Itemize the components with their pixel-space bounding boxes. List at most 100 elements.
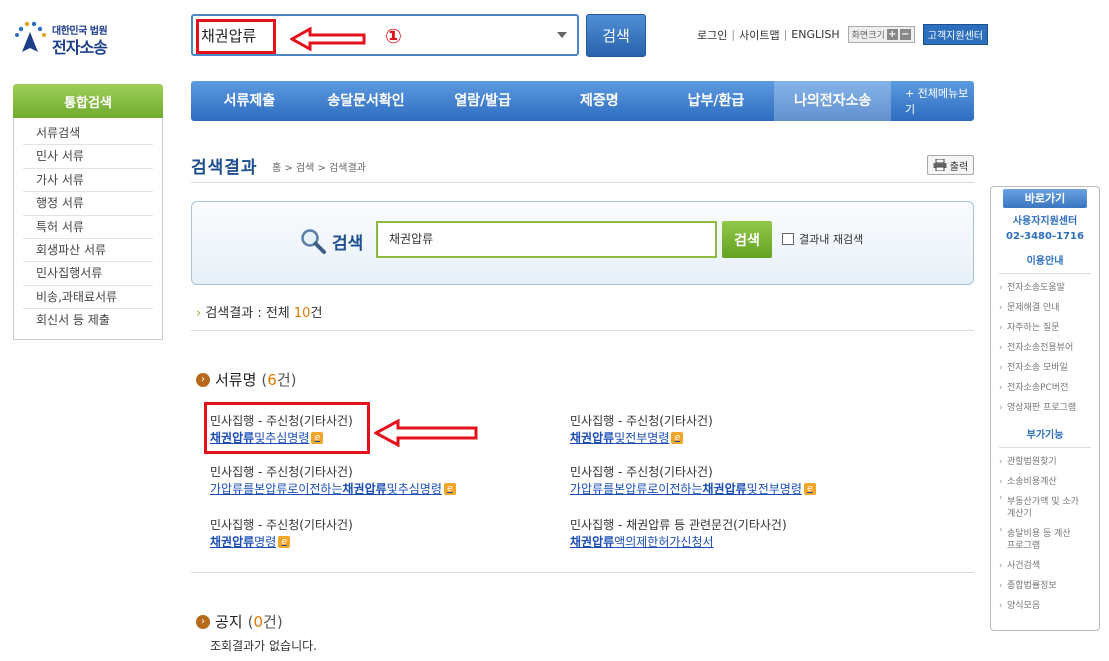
annotation-marker-1: ①	[385, 24, 402, 48]
left-nav-item[interactable]: 민사 서류	[23, 145, 153, 169]
sitemap-link[interactable]: 사이트맵	[739, 27, 779, 43]
chevron-right-icon: ›	[196, 306, 202, 321]
link-keyword: 채권압류	[702, 482, 747, 496]
search-label-text: 검색	[332, 233, 364, 254]
english-link[interactable]: ENGLISH	[791, 28, 839, 41]
result-category: 민사집행 - 주신청(기타사건)	[210, 518, 353, 532]
research-checkbox[interactable]: 결과내 재검색	[782, 231, 863, 247]
result-item: 민사집행 - 주신청(기타사건) 채권압류 및전부명령 e	[570, 412, 713, 446]
quick-guide-item[interactable]: 전자소송전용뷰어	[999, 338, 1099, 358]
chevron-circle-icon: ›	[196, 372, 210, 387]
court-logo[interactable]: 대한민국 법원 전자소송	[10, 18, 120, 58]
quick-extra-title: 부가기능	[999, 426, 1091, 448]
left-nav-item[interactable]: 특허 서류	[23, 216, 153, 239]
result-category: 민사집행 - 채권압류 등 관련문건(기타사건)	[570, 518, 787, 532]
result-total-suffix: 건	[310, 306, 323, 321]
quick-extra-item[interactable]: 사건검색	[999, 556, 1099, 576]
result-link[interactable]: 채권압류 액의제한허가신청서	[570, 533, 787, 550]
quick-guide-item[interactable]: 영상재판 프로그램	[999, 398, 1099, 418]
link-post: 명령	[254, 535, 277, 549]
result-link[interactable]: 가압류를본압류로이전하는 채권압류 및전부명령 e	[570, 480, 816, 497]
result-link[interactable]: 채권압류 및전부명령 e	[570, 429, 713, 446]
result-search-button[interactable]: 검색	[722, 221, 772, 258]
section-notice-count: 0	[253, 613, 264, 631]
gnb-item-my-ecourt[interactable]: 나의전자소송	[774, 81, 891, 121]
section-notice-close: 건)	[263, 613, 283, 631]
quick-guide-item[interactable]: 전자소송PC버전	[999, 378, 1099, 398]
ie-icon[interactable]: e	[803, 482, 816, 495]
gnb-item-delivery[interactable]: 송달문서확인	[308, 81, 425, 121]
left-nav: 통합검색 서류검색 민사 서류 가사 서류 행정 서류 특허 서류 회생파산 서…	[13, 84, 163, 340]
section-docs-close: 건)	[276, 371, 297, 389]
support-center-name: 사용자지원센터	[1012, 216, 1078, 227]
customer-center-button[interactable]: 고객지원센터	[922, 24, 988, 45]
link-post: 액의제한허가신청서	[614, 535, 714, 549]
quick-menu: 바로가기 사용자지원센터 02-3480-1716 이용안내 전자소송도움말 문…	[990, 186, 1100, 631]
link-keyword: 채권압류	[210, 535, 255, 549]
global-nav: 서류제출 송달문서확인 열람/발급 제증명 납부/환급 나의전자소송 + 전체메…	[191, 81, 974, 121]
quick-extra-item[interactable]: 소송비용계산	[999, 472, 1099, 492]
chevron-down-icon[interactable]	[557, 32, 567, 38]
quick-menu-title: 바로가기	[1003, 189, 1087, 208]
link-post: 및추심명령	[386, 482, 442, 496]
divider: |	[731, 28, 736, 41]
quick-guide-item[interactable]: 전자소송 모바일	[999, 358, 1099, 378]
quick-extra-item[interactable]: 부동산가액 및 소가계산기	[999, 492, 1081, 524]
result-link[interactable]: 채권압류 명령 e	[210, 533, 353, 550]
gnb-item-submit[interactable]: 서류제출	[191, 81, 308, 121]
quick-guide-list: 전자소송도움말 문제해결 안내 자주하는 질문 전자소송전용뷰어 전자소송 모바…	[999, 278, 1099, 418]
result-item: 민사집행 - 주신청(기타사건) 가압류를본압류로이전하는 채권압류 및전부명령 e	[570, 463, 816, 497]
result-search-input[interactable]: 채권압류	[376, 221, 717, 258]
page-title: 검색결과	[191, 158, 258, 178]
left-nav-item[interactable]: 가사 서류	[23, 169, 153, 193]
quick-extra-item[interactable]: 양식모음	[999, 596, 1099, 616]
result-total: › 검색결과 : 전체 10건	[196, 302, 322, 321]
annotation-arrow-left-icon	[374, 419, 478, 447]
result-category: 민사집행 - 주신청(기타사건)	[570, 414, 713, 428]
section-docs-title: 서류명	[215, 371, 257, 389]
breadcrumb: 홈 > 검색 > 검색결과	[272, 163, 366, 174]
zoom-in-button[interactable]: +	[886, 29, 898, 40]
result-search-panel: 검색 채권압류 검색 결과내 재검색	[191, 201, 974, 285]
left-nav-item[interactable]: 서류검색	[23, 122, 153, 146]
checkbox-box[interactable]	[782, 233, 794, 245]
left-nav-item[interactable]: 민사집행서류	[23, 262, 153, 286]
quick-extra-item[interactable]: 관할법원찾기	[999, 452, 1099, 472]
quick-guide-item[interactable]: 자주하는 질문	[999, 318, 1099, 338]
section-divider	[191, 572, 974, 573]
quick-guide-item[interactable]: 문제해결 안내	[999, 298, 1099, 318]
gnb-item-payment[interactable]: 납부/환급	[658, 81, 775, 121]
logo-title: 전자소송	[52, 38, 108, 57]
ie-icon[interactable]: e	[278, 535, 291, 548]
zoom-out-button[interactable]: −	[899, 29, 911, 40]
court-emblem-icon	[15, 21, 46, 52]
support-center[interactable]: 사용자지원센터 02-3480-1716	[991, 214, 1099, 244]
left-nav-item[interactable]: 회생파산 서류	[23, 239, 153, 263]
all-menu-link[interactable]: + 전체메뉴보기	[905, 85, 974, 117]
result-divider	[191, 330, 974, 331]
left-nav-list: 서류검색 민사 서류 가사 서류 행정 서류 특허 서류 회생파산 서류 민사집…	[13, 118, 163, 340]
section-notice-header: › 공지 (0건)	[196, 611, 283, 632]
left-nav-item[interactable]: 회신서 등 제출	[23, 309, 153, 332]
quick-extra-list: 관할법원찾기 소송비용계산 부동산가액 및 소가계산기 송달비용 등 계산 프로…	[999, 452, 1099, 616]
quick-guide-item[interactable]: 전자소송도움말	[999, 278, 1099, 298]
print-button[interactable]: 출력	[927, 155, 974, 175]
printer-icon	[933, 159, 947, 171]
gnb-item-certificate[interactable]: 제증명	[541, 81, 658, 121]
login-link[interactable]: 로그인	[697, 27, 727, 43]
ie-icon[interactable]: e	[671, 431, 684, 444]
annotation-box-search	[196, 19, 276, 54]
annotation-box-result	[204, 402, 370, 454]
result-item: 민사집행 - 주신청(기타사건) 채권압류 명령 e	[210, 516, 353, 550]
quick-extra-item[interactable]: 송달비용 등 계산 프로그램	[999, 524, 1081, 556]
quick-extra-item[interactable]: 종합법률정보	[999, 576, 1099, 596]
left-nav-item[interactable]: 비송,과태료서류	[23, 286, 153, 310]
result-link[interactable]: 가압류를본압류로이전하는 채권압류 및추심명령 e	[210, 480, 456, 497]
left-nav-title: 통합검색	[13, 84, 163, 118]
search-icon	[301, 229, 326, 254]
search-label: 검색	[300, 228, 363, 254]
gnb-item-view-issue[interactable]: 열람/발급	[424, 81, 541, 121]
ie-icon[interactable]: e	[443, 482, 456, 495]
left-nav-item[interactable]: 행정 서류	[23, 192, 153, 216]
top-search-button[interactable]: 검색	[586, 14, 646, 57]
